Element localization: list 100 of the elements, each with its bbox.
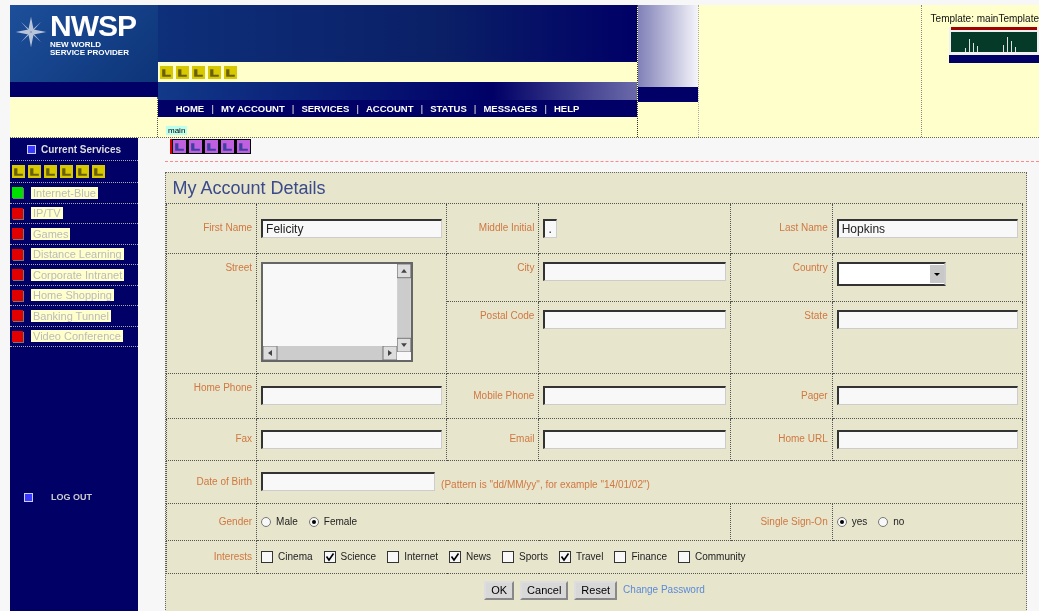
checkbox[interactable] bbox=[678, 550, 690, 563]
tile-icon bbox=[176, 65, 189, 79]
field-label: Postal Code bbox=[479, 309, 535, 321]
checkbox[interactable] bbox=[323, 550, 336, 563]
nav-link[interactable]: STATUS bbox=[430, 103, 467, 114]
checkbox[interactable] bbox=[614, 550, 627, 563]
tile-icon bbox=[192, 65, 205, 79]
text-field[interactable]: Felicity bbox=[261, 218, 443, 238]
field-label: Home URL bbox=[778, 433, 828, 444]
text-field[interactable] bbox=[543, 309, 726, 329]
logout-link[interactable]: LOG OUT bbox=[51, 492, 92, 502]
nav-separator: | bbox=[356, 103, 359, 114]
nav-link[interactable]: MESSAGES bbox=[483, 103, 538, 114]
tile-icon bbox=[76, 165, 89, 178]
option-label: Sports bbox=[519, 550, 548, 563]
nav-link[interactable]: HOME bbox=[175, 103, 205, 114]
field-label: State bbox=[804, 309, 828, 321]
tile-icon bbox=[237, 140, 250, 153]
radio-button[interactable] bbox=[836, 516, 847, 527]
checkbox[interactable] bbox=[449, 550, 462, 563]
radio-button[interactable] bbox=[261, 516, 272, 527]
field-label: Middle Initial bbox=[478, 222, 535, 233]
text-field[interactable]: . bbox=[543, 218, 558, 238]
nav-link[interactable]: HELP bbox=[553, 103, 580, 114]
text-field[interactable] bbox=[543, 429, 726, 449]
form-title: My Account Details bbox=[171, 177, 326, 198]
text-field[interactable] bbox=[543, 386, 726, 405]
nav-separator: | bbox=[420, 103, 424, 114]
nav-link[interactable]: ACCOUNT bbox=[365, 103, 414, 114]
checkbox[interactable] bbox=[387, 550, 400, 563]
option-label: no bbox=[893, 515, 905, 528]
text-field[interactable] bbox=[261, 472, 436, 491]
text-field[interactable] bbox=[836, 309, 1018, 329]
text-field[interactable] bbox=[261, 386, 443, 405]
logo-tagline: NEW WORLD bbox=[50, 41, 103, 49]
nav-separator: | bbox=[473, 103, 477, 114]
field-label: Home Phone bbox=[193, 381, 253, 393]
tile-icon bbox=[60, 165, 73, 178]
text-field[interactable]: Hopkins bbox=[836, 218, 1018, 238]
nav-link[interactable]: SERVICES bbox=[301, 103, 350, 114]
bullet-icon bbox=[24, 492, 33, 502]
field-label: City bbox=[517, 261, 535, 273]
option-label: News bbox=[466, 550, 492, 563]
text-field[interactable] bbox=[836, 386, 1018, 405]
checkbox[interactable] bbox=[261, 550, 274, 563]
checkbox[interactable] bbox=[559, 550, 571, 563]
field-label: Last Name bbox=[779, 222, 828, 233]
option-label: Community bbox=[695, 550, 746, 563]
country-select[interactable] bbox=[836, 261, 946, 286]
sidebar-title-text: Current Services bbox=[40, 143, 121, 155]
option-label: Science bbox=[340, 550, 377, 563]
option-label: Cinema bbox=[278, 550, 313, 563]
field-label: Street bbox=[225, 261, 253, 273]
tile-icon bbox=[12, 165, 25, 178]
nav-link[interactable]: MY ACCOUNT bbox=[220, 103, 285, 114]
nav-separator: | bbox=[544, 103, 547, 114]
tile-icon bbox=[189, 140, 202, 153]
nav-separator: | bbox=[291, 103, 295, 114]
field-label: Mobile Phone bbox=[473, 389, 535, 401]
radio-button[interactable] bbox=[308, 516, 319, 527]
option-label: Finance bbox=[631, 550, 667, 563]
checkbox[interactable] bbox=[502, 550, 515, 563]
form-button[interactable]: OK bbox=[484, 580, 515, 600]
frame-label: main bbox=[166, 126, 188, 135]
tile-icon bbox=[160, 65, 173, 79]
field-label: Pager bbox=[801, 389, 828, 401]
bullet-icon bbox=[26, 144, 36, 154]
nav-separator: | bbox=[211, 103, 214, 114]
text-field[interactable] bbox=[836, 429, 1018, 449]
field-label: Fax bbox=[235, 433, 253, 444]
tile-icon bbox=[221, 140, 234, 153]
tile-icon bbox=[92, 165, 105, 178]
template-label: Template: mainTemplate bbox=[930, 13, 1039, 24]
radio-button[interactable] bbox=[878, 516, 889, 527]
field-label: Interests bbox=[213, 550, 253, 562]
tile-icon bbox=[173, 140, 186, 153]
field-label: First Name bbox=[203, 222, 253, 233]
field-hint: (Pattern is "dd/MM/yy", for example "14/01/02") bbox=[441, 479, 650, 491]
option-label: Male bbox=[276, 515, 298, 528]
form-button[interactable]: Reset bbox=[574, 580, 618, 600]
logo-name: NWSP bbox=[50, 11, 136, 41]
form-button[interactable]: Cancel bbox=[520, 580, 569, 600]
field-label: Country bbox=[792, 261, 828, 273]
text-area[interactable] bbox=[261, 261, 414, 362]
field-label: Date of Birth bbox=[196, 475, 253, 487]
option-label: Female bbox=[323, 515, 358, 528]
scrollbar[interactable] bbox=[397, 263, 412, 352]
logo-tagline: SERVICE PROVIDER bbox=[50, 49, 130, 57]
text-field[interactable] bbox=[543, 261, 726, 281]
option-label: Travel bbox=[576, 550, 604, 563]
tile-icon bbox=[224, 65, 237, 79]
field-label: Gender bbox=[218, 515, 253, 527]
option-label: Internet bbox=[404, 550, 439, 563]
text-field[interactable] bbox=[261, 429, 443, 449]
tile-icon bbox=[208, 65, 221, 79]
tile-icon bbox=[28, 165, 41, 178]
tile-icon bbox=[44, 165, 57, 178]
scrollbar[interactable] bbox=[263, 345, 398, 360]
option-label: yes bbox=[851, 515, 868, 528]
tile-icon bbox=[205, 140, 218, 153]
